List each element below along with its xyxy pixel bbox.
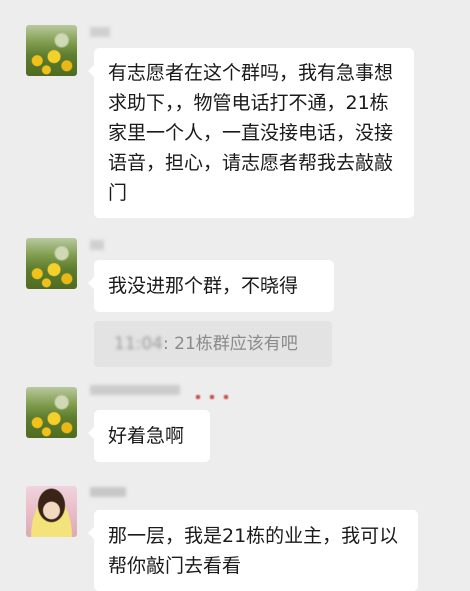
sender-name-blurred <box>90 240 104 250</box>
quote-time: 11:04 <box>114 334 163 354</box>
sender-name-blurred <box>90 385 180 395</box>
avatar[interactable] <box>26 387 77 438</box>
message-bubble[interactable]: 有志愿者在这个群吗，我有急事想求助下，，物管电话打不通，21栋家里一个人，一直没… <box>88 48 414 218</box>
message-bubble[interactable]: 那一层，我是21栋的业主，我可以帮你敲门去看看 <box>88 510 418 591</box>
avatar[interactable] <box>26 486 77 537</box>
message-text: 好着急啊 <box>108 425 185 447</box>
quote-text: : 21栋群应该有吧 <box>163 334 298 354</box>
sender-name-blurred <box>90 27 110 37</box>
message-text: 那一层，我是21栋的业主，我可以帮你敲门去看看 <box>108 525 399 577</box>
message-text: 我没进那个群，不晓得 <box>108 275 299 297</box>
message-bubble[interactable]: 我没进那个群，不晓得 <box>88 260 334 312</box>
sender-name-blurred <box>90 487 126 497</box>
avatar[interactable] <box>26 238 77 289</box>
avatar[interactable] <box>26 25 77 76</box>
message-text: 有志愿者在这个群吗，我有急事想求助下，，物管电话打不通，21栋家里一个人，一直没… <box>108 62 394 204</box>
message-bubble[interactable]: 好着急啊 <box>88 410 210 462</box>
sender-name-decoration <box>196 384 238 399</box>
quoted-message[interactable]: 11:04: 21栋群应该有吧 <box>94 321 332 367</box>
